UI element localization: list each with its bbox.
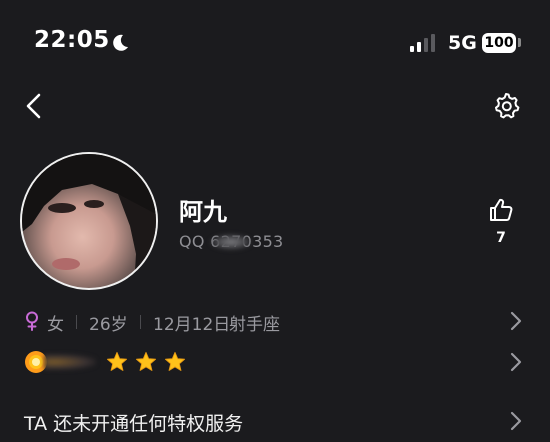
like-count: 7 [496,230,506,246]
basic-info-row[interactable]: 女 26岁 12月12日 射手座 [0,305,550,337]
thumbs-up-icon[interactable] [488,197,514,223]
qq-number-mask [210,234,252,250]
age-label: 26岁 [89,315,128,335]
star-icon [107,351,127,371]
network-type: 5G [448,32,477,54]
level-row[interactable] [0,346,550,378]
female-icon [26,311,38,331]
chevron-right-icon [510,411,522,431]
battery-indicator: 100 [482,33,516,53]
gear-icon[interactable] [491,91,521,121]
battery-tip [518,38,521,47]
divider [76,315,77,329]
chevron-right-icon [510,352,522,372]
zodiac-label: 射手座 [229,315,280,335]
divider [140,315,141,329]
nickname: 阿九 [179,198,227,226]
signal-icon [410,34,435,52]
birthday-label: 12月12日 [153,315,231,335]
privilege-status: TA 还未开通任何特权服务 [24,413,244,435]
profile-screen: 22:05 5G 100 阿九 QQ 62 [0,0,550,442]
status-bar: 22:05 5G 100 [0,0,550,80]
avatar-photo [22,154,156,288]
back-icon[interactable] [22,92,46,120]
chevron-right-icon [510,311,522,331]
gender-label: 女 [47,315,64,335]
level-icon-mask [44,354,96,370]
star-icon [136,351,156,371]
moon-icon [113,34,128,51]
avatar[interactable] [20,152,158,290]
star-icon [165,351,185,371]
clock: 22:05 [34,27,110,53]
privilege-row[interactable]: TA 还未开通任何特权服务 [0,404,550,438]
